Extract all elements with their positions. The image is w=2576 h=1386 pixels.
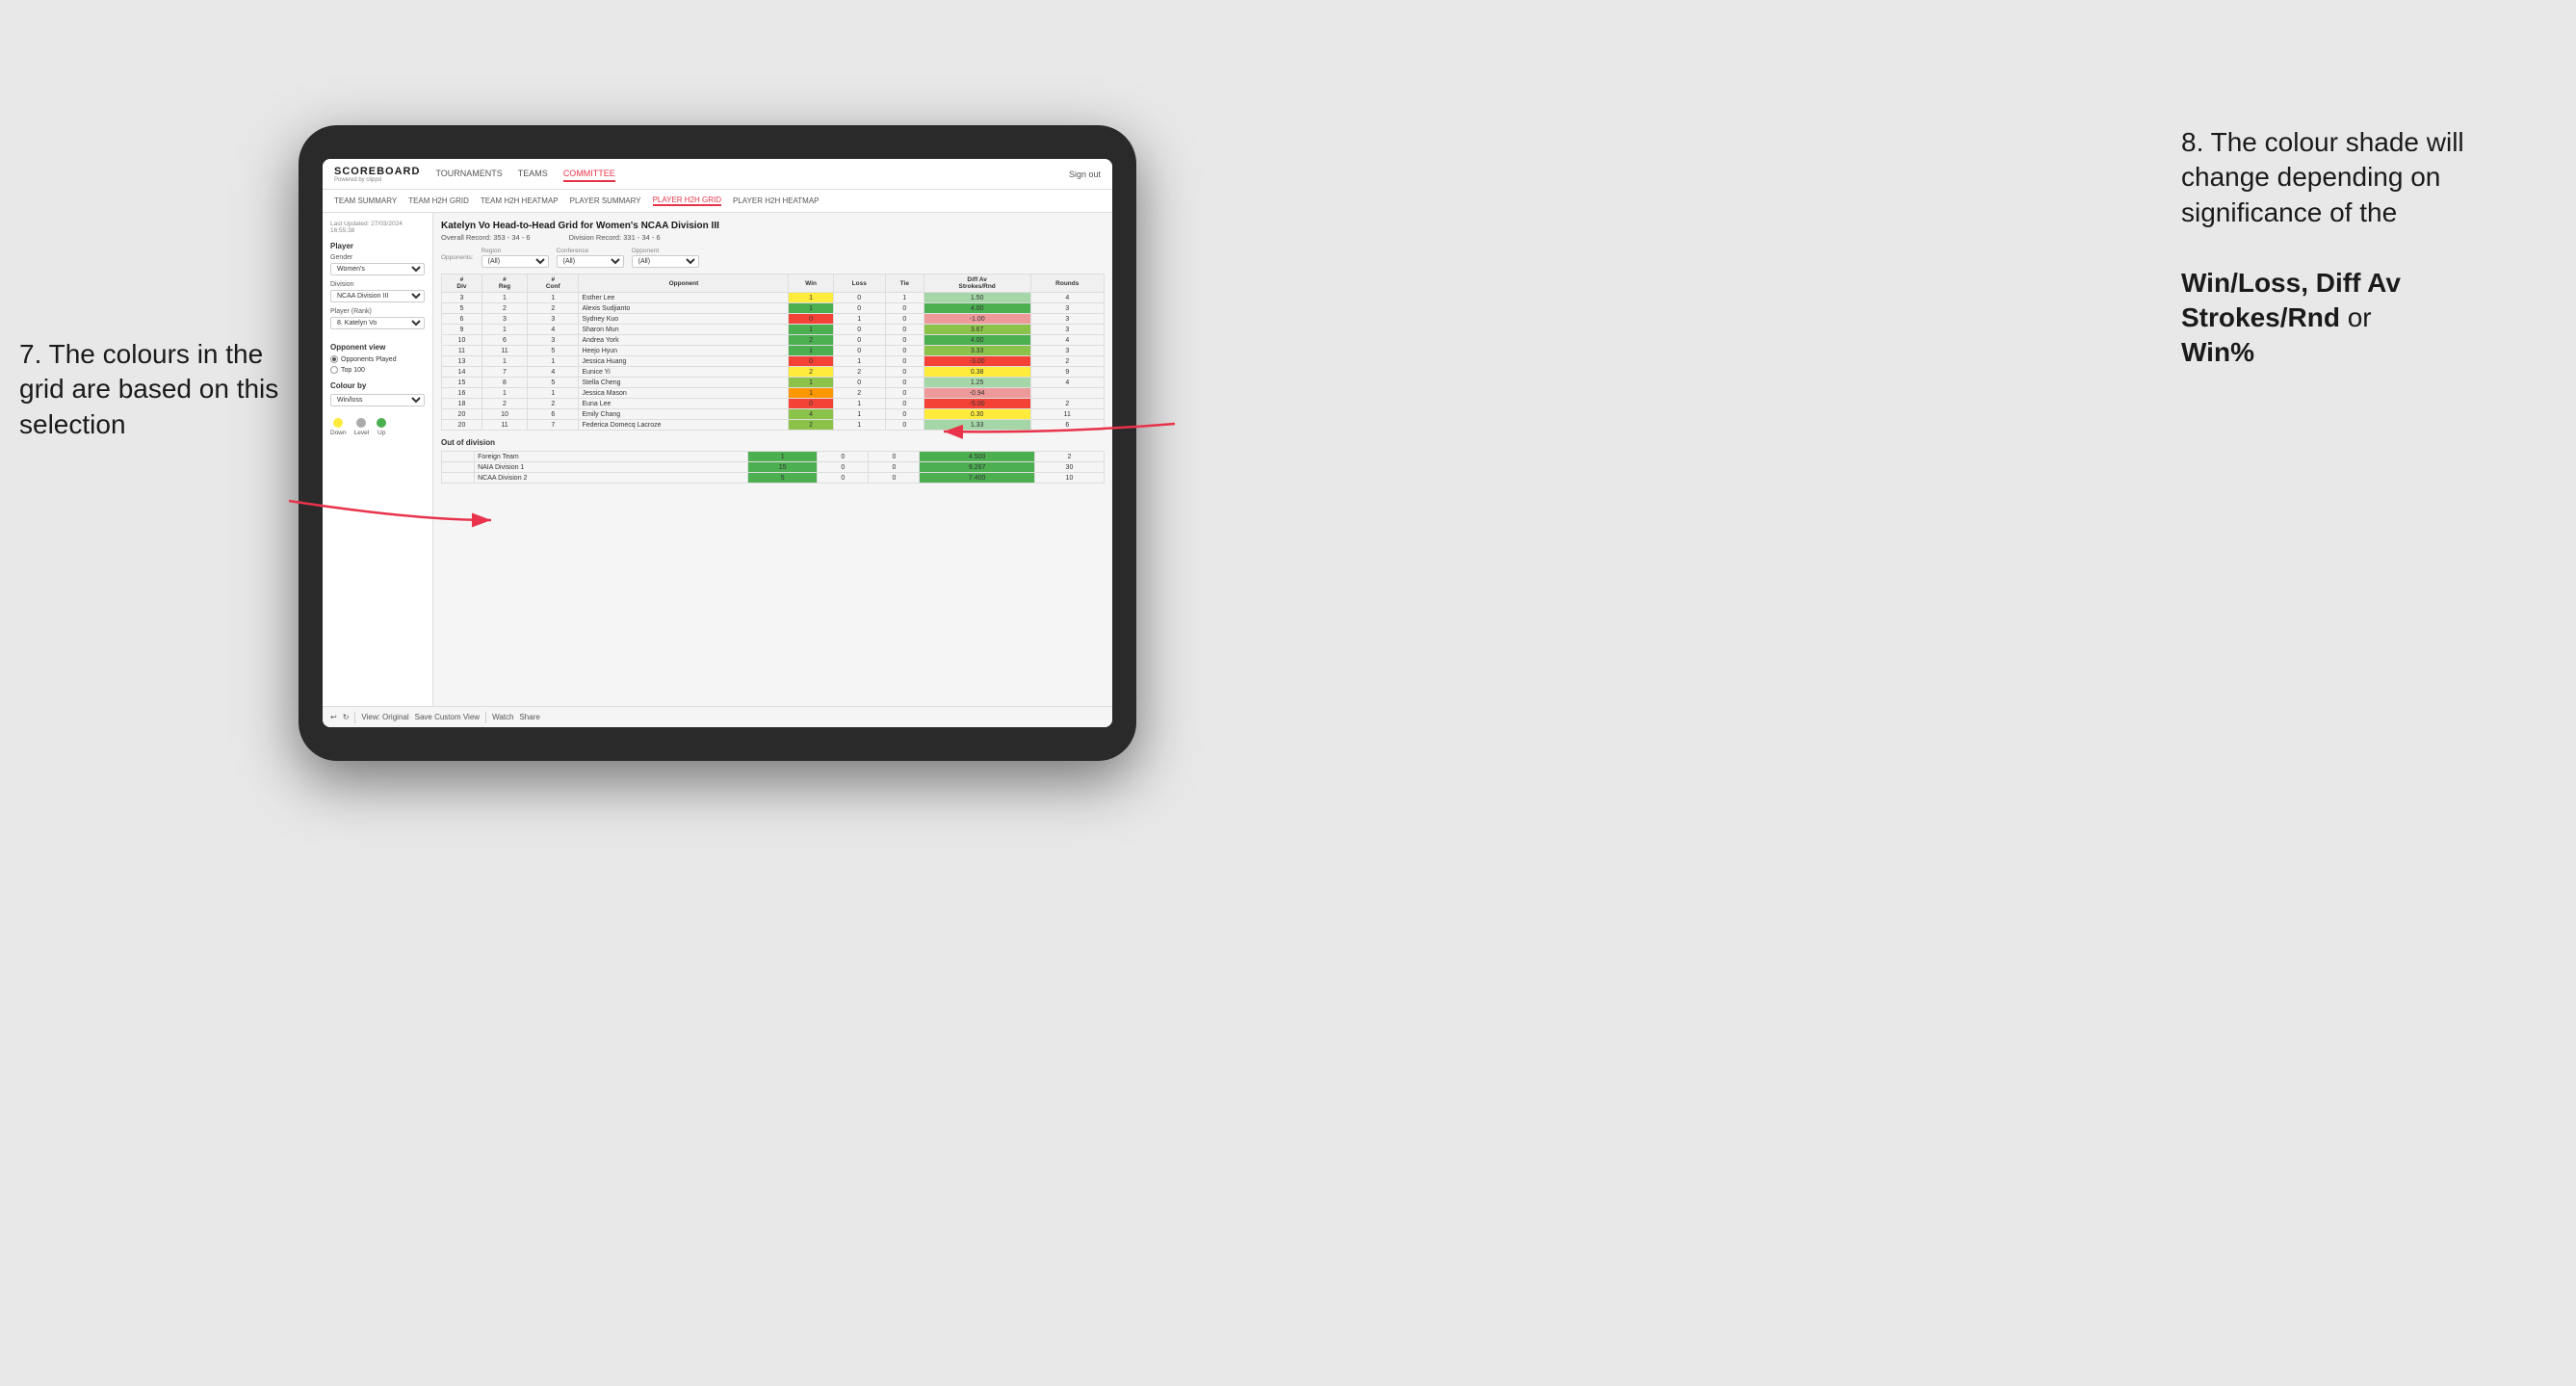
table-row: 1311 Jessica Huang 010 -3.002 — [442, 356, 1105, 367]
opponents-filter: Opponents: — [441, 254, 474, 261]
opponent-view-title: Opponent view — [330, 343, 425, 352]
subnav-team-h2h-grid[interactable]: TEAM H2H GRID — [408, 196, 469, 205]
logo-area: SCOREBOARD Powered by clippd — [334, 166, 420, 183]
grid-title: Katelyn Vo Head-to-Head Grid for Women's… — [441, 221, 1105, 231]
filter-row: Opponents: Region (All) Conference (All) — [441, 248, 1105, 268]
legend: Down Level Up — [330, 418, 425, 436]
table-row: 914 Sharon Mun 100 3.673 — [442, 325, 1105, 335]
nav-links: TOURNAMENTS TEAMS COMMITTEE — [435, 167, 1069, 182]
right-annotation-or: or — [2348, 302, 2372, 332]
view-original-btn[interactable]: View: Original — [361, 713, 408, 721]
conference-filter: Conference (All) — [557, 248, 624, 268]
ood-row: Foreign Team 1 0 0 4.500 2 — [442, 452, 1105, 462]
main-content: Last Updated: 27/03/2024 16:55:38 Player… — [323, 213, 1112, 706]
toolbar-divider-2 — [485, 712, 486, 723]
th-tie: Tie — [885, 275, 924, 293]
top-100-radio-dot — [330, 366, 338, 374]
subnav-player-h2h-grid[interactable]: PLAYER H2H GRID — [653, 196, 721, 206]
overall-record: Overall Record: 353 - 34 - 6 — [441, 233, 531, 242]
table-row: 1063 Andrea York 200 4.004 — [442, 335, 1105, 346]
save-custom-btn[interactable]: Save Custom View — [415, 713, 480, 721]
th-win: Win — [789, 275, 833, 293]
legend-up-dot — [377, 418, 386, 428]
legend-down-dot — [333, 418, 343, 428]
ood-row: NCAA Division 2 5 0 0 7.400 10 — [442, 473, 1105, 484]
nav-sign-out[interactable]: Sign out — [1069, 170, 1101, 179]
th-opponent: Opponent — [579, 275, 789, 293]
th-conf: #Conf — [528, 275, 579, 293]
grid-records: Overall Record: 353 - 34 - 6 Division Re… — [441, 233, 1105, 242]
share-btn[interactable]: Share — [519, 713, 539, 721]
nav-tournaments[interactable]: TOURNAMENTS — [435, 167, 502, 182]
gender-select[interactable]: Women's — [330, 263, 425, 275]
top-100-radio[interactable]: Top 100 — [330, 366, 425, 374]
subnav-player-h2h-heatmap[interactable]: PLAYER H2H HEATMAP — [733, 196, 820, 205]
colour-by-select[interactable]: Win/loss — [330, 394, 425, 406]
tablet-frame: SCOREBOARD Powered by clippd TOURNAMENTS… — [299, 125, 1136, 761]
grid-area: Katelyn Vo Head-to-Head Grid for Women's… — [433, 213, 1112, 706]
table-row: 633 Sydney Kuo 010 -1.003 — [442, 314, 1105, 325]
opponents-played-radio[interactable]: Opponents Played — [330, 355, 425, 363]
table-row: 11115 Heejo Hyun 100 3.333 — [442, 346, 1105, 356]
sidebar: Last Updated: 27/03/2024 16:55:38 Player… — [323, 213, 433, 706]
th-diff: Diff AvStrokes/Rnd — [924, 275, 1030, 293]
player-rank-label: Player (Rank) — [330, 308, 425, 315]
subnav-team-h2h-heatmap[interactable]: TEAM H2H HEATMAP — [481, 196, 559, 205]
watch-btn[interactable]: Watch — [492, 713, 513, 721]
th-rounds: Rounds — [1030, 275, 1104, 293]
opponents-played-radio-dot — [330, 355, 338, 363]
player-rank-select[interactable]: 8. Katelyn Vo — [330, 317, 425, 329]
th-div: #Div — [442, 275, 482, 293]
nav-committee[interactable]: COMMITTEE — [563, 167, 615, 182]
subnav-team-summary[interactable]: TEAM SUMMARY — [334, 196, 397, 205]
legend-up: Up — [377, 418, 386, 436]
legend-level-dot — [356, 418, 366, 428]
th-loss: Loss — [833, 275, 885, 293]
table-row: 20117 Federica Domecq Lacroze 210 1.336 — [442, 420, 1105, 431]
logo-text: SCOREBOARD — [334, 166, 420, 177]
th-reg: #Reg — [481, 275, 527, 293]
ood-table: Foreign Team 1 0 0 4.500 2 NAIA Division… — [441, 451, 1105, 484]
opponent-select[interactable]: (All) — [632, 255, 699, 268]
player-section-title: Player — [330, 242, 425, 250]
table-row: 1611 Jessica Mason 120 -0.94 — [442, 388, 1105, 399]
right-annotation: 8. The colour shade will change dependin… — [2181, 125, 2547, 371]
region-select[interactable]: (All) — [481, 255, 549, 268]
undo-btn[interactable]: ↩ — [330, 713, 337, 721]
subnav-player-summary[interactable]: PLAYER SUMMARY — [570, 196, 641, 205]
bottom-toolbar: ↩ ↻ View: Original Save Custom View Watc… — [323, 706, 1112, 727]
redo-btn[interactable]: ↻ — [343, 713, 350, 721]
left-annotation-text: 7. The colours in the grid are based on … — [19, 339, 278, 439]
table-row: 20106 Emily Chang 410 0.3011 — [442, 409, 1105, 420]
sub-nav: TEAM SUMMARY TEAM H2H GRID TEAM H2H HEAT… — [323, 190, 1112, 213]
colour-by-title: Colour by — [330, 381, 425, 390]
division-record: Division Record: 331 - 34 - 6 — [569, 233, 661, 242]
gender-label: Gender — [330, 254, 425, 261]
region-filter: Region (All) — [481, 248, 549, 268]
conference-select[interactable]: (All) — [557, 255, 624, 268]
legend-down: Down — [330, 418, 347, 436]
right-annotation-text: 8. The colour shade will change dependin… — [2181, 127, 2464, 227]
table-row: 1822 Euna Lee 010 -5.002 — [442, 399, 1105, 409]
table-row: 1585 Stella Cheng 100 1.254 — [442, 378, 1105, 388]
tablet-screen: SCOREBOARD Powered by clippd TOURNAMENTS… — [323, 159, 1112, 727]
nav-bar: SCOREBOARD Powered by clippd TOURNAMENTS… — [323, 159, 1112, 190]
left-annotation: 7. The colours in the grid are based on … — [19, 337, 289, 442]
legend-level: Level — [354, 418, 370, 436]
opponent-filter: Opponent (All) — [632, 248, 699, 268]
data-table: #Div #Reg #Conf Opponent Win Loss Tie Di… — [441, 274, 1105, 431]
logo-sub: Powered by clippd — [334, 177, 420, 183]
last-updated: Last Updated: 27/03/2024 16:55:38 — [330, 221, 425, 234]
table-row: 522 Alexis Sudjianto 100 4.003 — [442, 303, 1105, 314]
right-annotation-win: Win% — [2181, 337, 2254, 367]
out-of-division-title: Out of division — [441, 438, 1105, 447]
toolbar-divider-1 — [354, 712, 355, 723]
nav-teams[interactable]: TEAMS — [518, 167, 548, 182]
division-select[interactable]: NCAA Division III — [330, 290, 425, 302]
table-row: 311 Esther Lee 101 1.504 — [442, 293, 1105, 303]
table-row: 1474 Eunice Yi 220 0.389 — [442, 367, 1105, 378]
division-label: Division — [330, 281, 425, 288]
ood-row: NAIA Division 1 15 0 0 9.267 30 — [442, 462, 1105, 473]
